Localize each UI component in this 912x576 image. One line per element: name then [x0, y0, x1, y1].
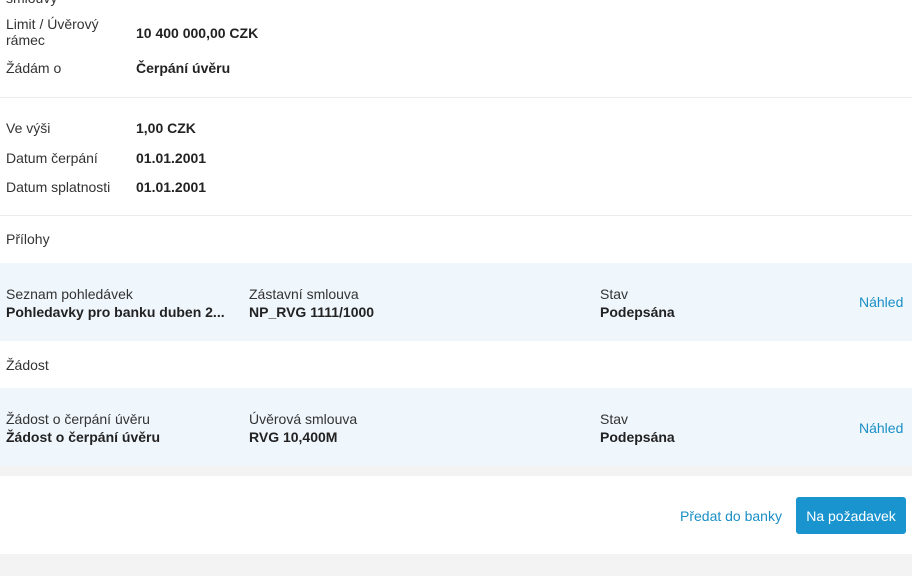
draw-date-label: Datum čerpání — [6, 150, 98, 166]
loan-contract-cell: Úvěrová smlouva RVG 10,400M — [249, 410, 549, 446]
status-value: Podepsána — [600, 429, 675, 445]
application-doc-cell: Žádost o čerpání úvěru Žádost o čerpání … — [6, 410, 236, 446]
due-date-label: Datum splatnosti — [6, 179, 111, 195]
limit-label: Limit / Úvěrový rámec — [6, 16, 99, 48]
section-gap — [0, 466, 912, 476]
application-row: Žádost o čerpání úvěru Žádost o čerpání … — [0, 388, 912, 466]
request-row: Žádám o Čerpání úvěru — [0, 60, 912, 80]
handover-to-bank-button[interactable]: Předat do banky — [680, 508, 782, 524]
request-label: Žádám o — [6, 60, 62, 76]
application-title: Žádost — [6, 357, 49, 373]
receivables-label: Seznam pohledávek — [6, 286, 133, 302]
status-label: Stav — [600, 286, 629, 302]
pledge-contract-value: NP_RVG 1111/1000 — [249, 304, 375, 320]
divider — [0, 97, 912, 98]
contract-label-cutoff: smlouvy — [6, 0, 57, 6]
amount-value: 1,00 CZK — [136, 120, 196, 136]
amount-row: Ve výši 1,00 CZK — [0, 120, 912, 140]
amount-label: Ve výši — [6, 120, 51, 136]
action-footer: Předat do banky Na požadavek — [0, 476, 912, 554]
draw-date-value: 01.01.2001 — [136, 150, 207, 166]
pledge-contract-label: Zástavní smlouva — [249, 286, 359, 302]
status-value: Podepsána — [600, 304, 675, 320]
attachment-row: Seznam pohledávek Pohledavky pro banku d… — [0, 263, 912, 341]
status-cell: Stav Podepsána — [600, 285, 750, 321]
request-value: Čerpání úvěru — [136, 60, 231, 76]
loan-contract-label: Úvěrová smlouva — [249, 411, 358, 427]
status-cell: Stav Podepsána — [600, 410, 750, 446]
receivables-cell: Seznam pohledávek Pohledavky pro banku d… — [6, 285, 236, 321]
draw-date-row: Datum čerpání 01.01.2001 — [0, 150, 912, 170]
limit-row: Limit / Úvěrový rámec 10 400 000,00 CZK — [0, 14, 912, 50]
application-doc-value: Žádost o čerpání úvěru — [6, 429, 161, 445]
page-bottom-background — [0, 554, 912, 576]
limit-value: 10 400 000,00 CZK — [136, 25, 259, 41]
due-date-value: 01.01.2001 — [136, 179, 207, 195]
preview-link[interactable]: Náhled — [859, 294, 903, 310]
preview-link[interactable]: Náhled — [859, 420, 903, 436]
receivables-value: Pohledavky pro banku duben 2... — [6, 304, 225, 320]
due-date-row: Datum splatnosti 01.01.2001 — [0, 179, 912, 199]
status-label: Stav — [600, 411, 629, 427]
attachments-title: Přílohy — [6, 231, 50, 247]
pledge-contract-cell: Zástavní smlouva NP_RVG 1111/1000 — [249, 285, 549, 321]
on-request-button[interactable]: Na požadavek — [796, 497, 906, 534]
divider — [0, 215, 912, 216]
application-doc-label: Žádost o čerpání úvěru — [6, 411, 150, 427]
loan-contract-value: RVG 10,400M — [249, 429, 338, 445]
